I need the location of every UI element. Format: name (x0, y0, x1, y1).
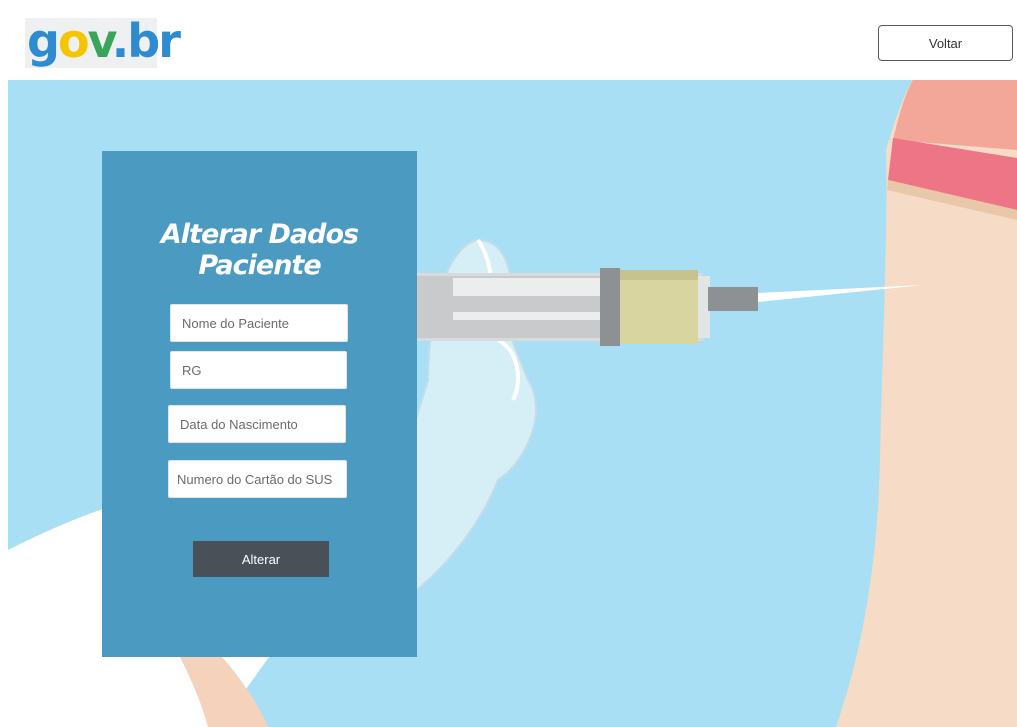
panel-title: Alterar Dados Paciente (160, 219, 359, 281)
sus-card-number-input[interactable] (168, 460, 347, 498)
govbr-logo: gov.br (25, 16, 181, 68)
patient-name-input[interactable] (170, 304, 348, 342)
rg-input[interactable] (170, 351, 347, 389)
govbr-logo-text: gov.br (27, 14, 181, 68)
birth-date-input[interactable] (168, 405, 346, 443)
back-button[interactable]: Voltar (878, 25, 1013, 61)
alter-button[interactable]: Alterar (193, 541, 329, 577)
edit-patient-panel: Alterar Dados Paciente Alterar (102, 151, 417, 657)
header: gov.br Voltar (0, 0, 1017, 80)
